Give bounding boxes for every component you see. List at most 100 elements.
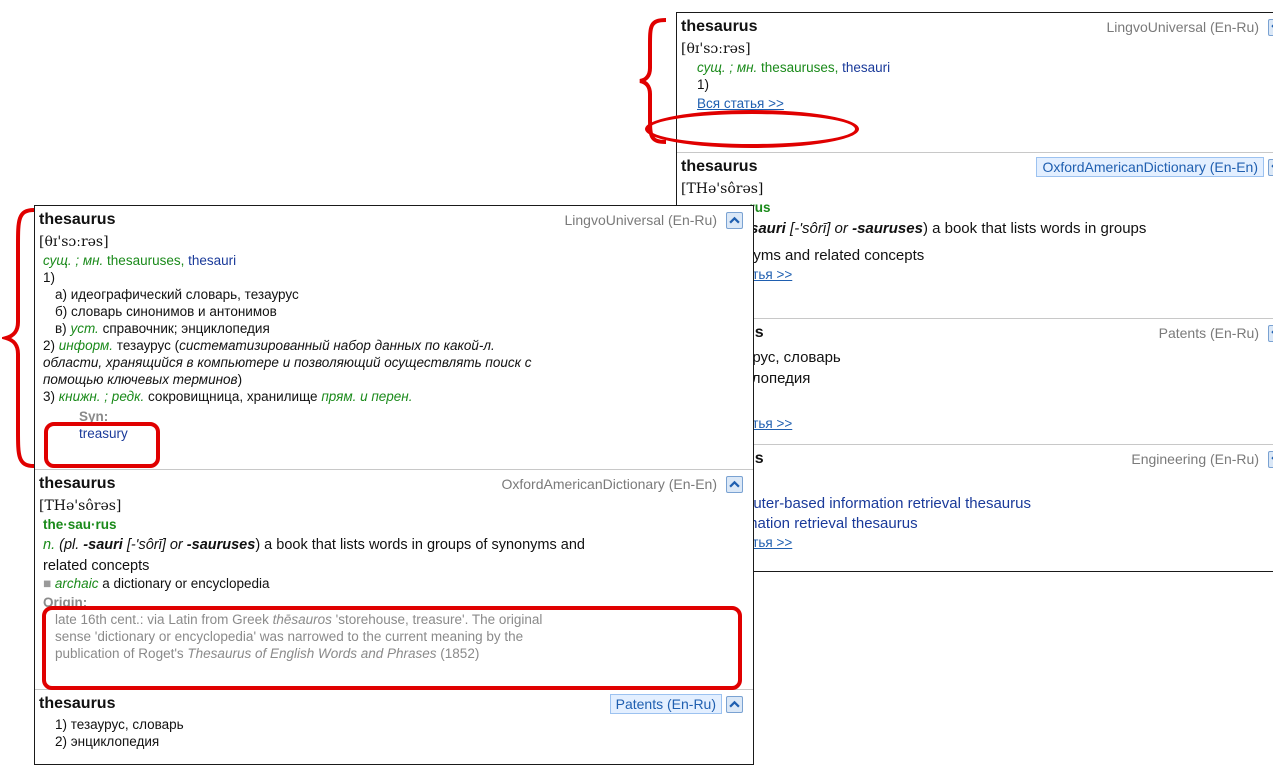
translation-line: клопедия	[745, 370, 811, 387]
back-entry-oxford: thesaurus OxfordAmericanDictionary (En-E…	[677, 153, 1273, 319]
back-translation-panel: thesaurus LingvoUniversal (En-Ru) [θɪ'sɔ…	[676, 12, 1273, 572]
dictionary-label[interactable]: Engineering (En-Ru)	[1126, 450, 1264, 468]
sub-sense: ■ archaic a dictionary or encyclopedia	[39, 575, 753, 592]
headword: thesaurus	[681, 18, 758, 35]
synonym-value[interactable]: treasury	[39, 425, 753, 442]
dictionary-label[interactable]: OxfordAmericanDictionary (En-En)	[496, 475, 722, 493]
grammar-label: archaic	[54, 576, 99, 591]
sense-label: 3)	[43, 389, 56, 404]
definition-cont: nyms and related concepts	[745, 247, 925, 264]
front-translation-panel: thesaurus LingvoUniversal (En-Ru) [θɪ'sɔ…	[34, 205, 754, 765]
sense-label: в)	[55, 321, 67, 336]
def-part: -sauri	[83, 537, 123, 553]
origin-label: Origin:	[43, 595, 88, 610]
headword: thesaurus	[39, 211, 116, 228]
translation-line: mation retrieval thesaurus	[745, 515, 918, 532]
sense-text: сокровищница, хранилище	[148, 389, 318, 404]
full-article-link[interactable]: Вся статья >>	[697, 96, 784, 111]
def-part: [-'sôrī]	[785, 220, 831, 237]
grammar-line: сущ. ; мн. thesauruses, thesauri	[39, 252, 753, 269]
part-of-speech: n.	[43, 537, 56, 553]
synonym-label: Syn:	[79, 409, 109, 424]
sense-note-cont: области, хранящийся в компьютере и позво…	[43, 355, 532, 370]
annotation-brace	[639, 18, 667, 144]
chevron-up-icon[interactable]	[726, 211, 743, 229]
sense-note-end: помощью ключевых терминов)	[39, 371, 753, 388]
paren: )	[237, 372, 243, 387]
def-part: ) a book that lists words in groups	[922, 220, 1147, 237]
dictionary-label[interactable]: Patents (En-Ru)	[1154, 324, 1264, 342]
chevron-down-icon[interactable]	[1268, 158, 1273, 176]
def-part: or	[165, 537, 187, 553]
sense-note: помощью ключевых терминов	[43, 372, 238, 387]
transcription: [THə'sôrəs]	[681, 181, 764, 197]
chevron-down-icon[interactable]	[1268, 18, 1273, 36]
origin-text: thēsauros	[272, 612, 332, 627]
def-part: (pl.	[55, 537, 84, 553]
word-form: thesauruses,	[107, 253, 185, 268]
def-part: ) a book that lists words in groups of s…	[255, 537, 585, 553]
front-entry-oxford: thesaurus OxfordAmericanDictionary (En-E…	[35, 470, 753, 690]
sense-number: 1)	[43, 270, 56, 285]
translation-line: 2) энциклопедия	[55, 734, 160, 749]
origin-text: Thesaurus of English Words and Phrases	[187, 646, 437, 661]
syllables: ·rus	[681, 199, 1273, 216]
bullet: ■	[43, 576, 52, 591]
translation-line: урус, словарь	[745, 349, 841, 366]
sense-c: в) уст. справочник; энциклопедия	[39, 320, 753, 337]
grammar-line: сущ. ; мн. thesauruses, thesauri	[681, 59, 1273, 76]
syllables: the·sau·rus	[43, 517, 117, 532]
dictionary-label[interactable]: OxfordAmericanDictionary (En-En)	[1036, 157, 1264, 177]
sense-note: систематизированный набор данных по како…	[179, 338, 495, 353]
word-form: thesauruses,	[761, 60, 839, 75]
origin-line: publication of Roget's Thesaurus of Engl…	[39, 645, 753, 662]
sense-number: 1)	[697, 77, 710, 92]
chevron-down-icon[interactable]	[1268, 450, 1273, 468]
dictionary-label[interactable]: LingvoUniversal (En-Ru)	[1101, 18, 1264, 36]
grammar-label: уст.	[70, 321, 99, 336]
grammar-label: сущ. ; мн.	[697, 60, 758, 75]
grammar-label: книжн. ; редк.	[58, 389, 145, 404]
sense-2: 2) информ. тезаурус (систематизированный…	[39, 337, 753, 354]
sense-3: 3) книжн. ; редк. сокровищница, хранилищ…	[39, 388, 753, 405]
annotation-brace	[2, 208, 35, 468]
word-form: thesauri	[842, 60, 891, 75]
transcription: [θɪ'sɔːrəs]	[39, 234, 109, 250]
translation-line: 1) тезаурус, словарь	[55, 717, 184, 732]
chevron-up-icon[interactable]	[726, 695, 743, 713]
sense-text: a dictionary or encyclopedia	[102, 576, 270, 591]
sense-a: а) идеографический словарь, тезаурус	[55, 287, 299, 302]
headword: thesaurus	[39, 475, 116, 492]
headword: thesaurus	[39, 695, 116, 712]
def-part: -sauruses	[852, 220, 923, 237]
transcription: [θɪ'sɔːrəs]	[681, 41, 751, 57]
origin-text: (1852)	[436, 646, 480, 661]
back-entry-patents: us Patents (En-Ru) урус, словарь клопеди…	[677, 319, 1273, 445]
origin-line: sense 'dictionary or encyclopedia' was n…	[55, 629, 524, 644]
chevron-up-icon[interactable]	[726, 475, 743, 493]
transcription: [THə'sôrəs]	[39, 498, 122, 514]
sense-text: тезаурус (	[116, 338, 180, 353]
origin-text: 'storehouse, treasure'. The original	[331, 612, 543, 627]
sense-label: 2)	[43, 338, 56, 353]
def-part: or	[830, 220, 853, 237]
origin-text: publication of Roget's	[55, 646, 188, 661]
definition: n. (pl. -sauri [-'sôrī] or -sauruses) a …	[39, 537, 753, 554]
translation-line: puter-based information retrieval thesau…	[745, 495, 1031, 512]
headword: thesaurus	[681, 158, 758, 175]
grammar-label: информ.	[58, 338, 114, 353]
dictionary-label[interactable]: LingvoUniversal (En-Ru)	[559, 211, 722, 229]
sense-text: справочник; энциклопедия	[102, 321, 270, 336]
grammar-label: сущ. ; мн.	[43, 253, 104, 268]
word-form: thesauri	[188, 253, 237, 268]
front-entry-lingvo: thesaurus LingvoUniversal (En-Ru) [θɪ'sɔ…	[35, 206, 753, 470]
def-part: [-'sôrī]	[122, 537, 166, 553]
grammar-label: прям. и перен.	[321, 389, 413, 404]
dictionary-label[interactable]: Patents (En-Ru)	[609, 694, 722, 714]
origin-line: late 16th cent.: via Latin from Greek th…	[39, 611, 753, 628]
definition-cont: related concepts	[43, 558, 150, 574]
origin-text: late 16th cent.: via Latin from Greek	[55, 612, 273, 627]
chevron-down-icon[interactable]	[1268, 324, 1273, 342]
def-part: -sauruses	[186, 537, 256, 553]
back-entry-lingvo: thesaurus LingvoUniversal (En-Ru) [θɪ'sɔ…	[677, 13, 1273, 153]
